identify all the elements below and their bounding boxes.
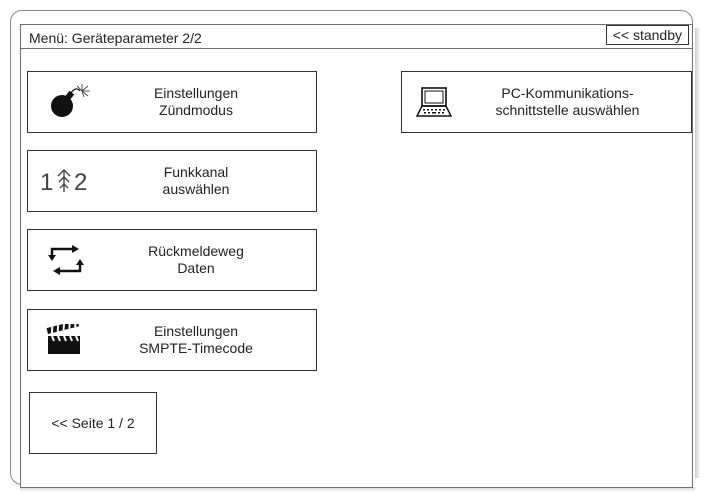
firing-mode-button[interactable]: Einstellungen Zündmodus	[27, 71, 317, 133]
radio-channel-button[interactable]: 1 2 Funkkanal auswählen	[27, 150, 317, 212]
smpte-timecode-label: Einstellungen SMPTE-Timecode	[139, 323, 253, 356]
laptop-icon	[416, 87, 452, 117]
firing-mode-label: Einstellungen Zündmodus	[153, 85, 239, 118]
feedback-path-button[interactable]: Rückmeldeweg Daten	[27, 229, 317, 291]
radio-channel-label: Funkkanal auswählen	[162, 164, 230, 197]
clapperboard-icon	[46, 324, 80, 354]
menu-header: Menü: Geräteparameter 2/2 << standby	[21, 25, 692, 49]
pc-interface-button[interactable]: PC-Kommunikations- schnittstelle auswähl…	[401, 71, 692, 133]
frame-shadow-right	[695, 28, 701, 478]
previous-page-button[interactable]: << Seite 1 / 2	[29, 392, 157, 454]
standby-button[interactable]: << standby	[605, 25, 689, 45]
feedback-path-label: Rückmeldeweg Daten	[148, 243, 244, 276]
page-title: Menü: Geräteparameter 2/2	[29, 30, 202, 46]
feedback-loop-icon	[48, 245, 84, 275]
svg-text:1: 1	[40, 169, 53, 196]
menu-screen: Menü: Geräteparameter 2/2 << standby Ein…	[20, 24, 693, 488]
pc-interface-label: PC-Kommunikations- schnittstelle auswähl…	[495, 85, 640, 118]
radio-channel-icon: 1 2	[40, 169, 87, 196]
smpte-timecode-button[interactable]: Einstellungen SMPTE-Timecode	[27, 309, 317, 371]
